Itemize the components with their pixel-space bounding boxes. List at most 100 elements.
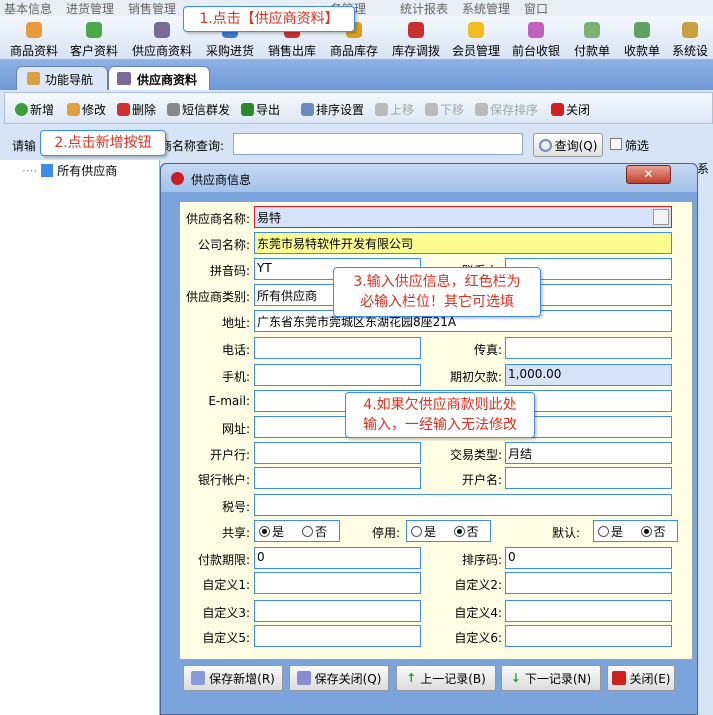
cashier-icon [528, 22, 544, 38]
save-new-button[interactable]: 保存新增(R) [183, 665, 283, 691]
payment-term-input[interactable]: 0 [254, 547, 421, 569]
edit-icon [67, 103, 80, 116]
close-icon [611, 671, 626, 685]
bank-account-input[interactable] [254, 467, 421, 489]
menu-window[interactable]: 窗口 [524, 0, 548, 17]
prev-record-button[interactable]: ↑ 上一记录(B) [396, 665, 496, 691]
tab-label: 功能导航 [45, 73, 94, 87]
custom3-input[interactable] [254, 600, 421, 622]
custom1-input[interactable] [254, 572, 421, 594]
menu-purchase[interactable]: 进货管理 [66, 0, 114, 17]
toolbar-transfer-button[interactable]: 库存调拨 [392, 18, 440, 59]
menu-basic-info[interactable]: 基本信息 [4, 0, 52, 17]
tab-function-nav[interactable]: 功能导航 [16, 66, 108, 90]
nav-icon [27, 72, 40, 85]
supplier-icon [117, 72, 131, 85]
custom2-input[interactable] [505, 572, 672, 594]
toolbar-label: 系统设 [672, 44, 709, 58]
disabled-radio-yes[interactable]: 是 [411, 523, 448, 540]
action-label: 删除 [132, 103, 157, 117]
filter-checkbox[interactable] [610, 138, 622, 150]
toolbar-cashier-button[interactable]: 前台收银 [512, 18, 560, 59]
next-record-button[interactable]: ↓ 下一记录(N) [501, 665, 601, 691]
callout-text: 4.如果欠供应商款则此处 [363, 397, 517, 413]
close-button[interactable]: 关闭(E) [607, 665, 675, 691]
query-button[interactable]: 查询(Q) [533, 133, 603, 157]
filter-label: 筛选 [625, 139, 650, 153]
shared-radio-yes[interactable]: 是 [259, 523, 296, 540]
edit-button[interactable]: 修改 [67, 101, 106, 118]
bank-input[interactable] [254, 442, 421, 464]
toolbar-label: 会员管理 [452, 44, 501, 58]
custom4-input[interactable] [505, 600, 672, 622]
radio-unchecked-icon [411, 525, 422, 537]
account-name-input[interactable] [505, 467, 672, 489]
save-sort-button[interactable]: 保存排序 [475, 101, 538, 118]
fax-label: 传真: [473, 343, 502, 357]
excel-button[interactable]: 导出 [241, 101, 280, 118]
toolbar-label: 采购进货 [206, 44, 255, 58]
edit-pencil-icon[interactable] [653, 209, 669, 225]
customer-icon [86, 22, 102, 38]
move-down-button[interactable]: 下移 [425, 101, 464, 118]
mobile-input[interactable] [254, 364, 421, 386]
bank-account-label: 银行帐户: [197, 473, 250, 487]
radio-unchecked-icon [302, 525, 313, 537]
tab-label: 供应商资料 [137, 73, 198, 87]
close-button[interactable]: 关闭 [551, 101, 590, 118]
callout-text: 输入，一经输入无法修改 [363, 417, 517, 433]
custom5-input[interactable] [254, 625, 421, 647]
query-label: 查询(Q) [554, 138, 598, 153]
shared-label: 共享: [221, 526, 250, 540]
company-name-input[interactable]: 东莞市易特软件开发有限公司 [254, 232, 672, 254]
default-radio-group: 是否 [593, 520, 678, 542]
disabled-radio-no[interactable]: 否 [453, 523, 491, 540]
trade-type-input[interactable]: 月结 [505, 442, 672, 464]
sort-code-input[interactable]: 0 [505, 547, 672, 569]
supplier-icon [154, 22, 170, 38]
toolbar-label: 供应商资料 [132, 44, 193, 58]
sms-button[interactable]: 短信群发 [167, 101, 230, 118]
fax-input[interactable] [505, 337, 672, 359]
toolbar-label: 商品资料 [10, 44, 59, 58]
search-input[interactable] [233, 133, 523, 155]
dialog-close-button[interactable]: ✕ [626, 165, 671, 184]
input-value: 广东省东莞市莞城区东湖花园8座21A [257, 315, 457, 329]
toolbar-goods-button[interactable]: 商品资料 [10, 18, 58, 59]
supplier-name-input[interactable]: 易特 [254, 206, 672, 228]
sort-button[interactable]: 排序设置 [301, 101, 364, 118]
phone-input[interactable] [254, 337, 421, 359]
tree-item-all-suppliers[interactable]: ···· 所有供应商 [22, 162, 117, 179]
menu-reports[interactable]: 统计报表 [400, 0, 448, 17]
tax-no-input[interactable] [254, 494, 672, 516]
toolbar-receipt-button[interactable]: 收款单 [624, 18, 660, 59]
toolbar-payment-button[interactable]: 付款单 [574, 18, 610, 59]
tab-strip: 功能导航 供应商资料 [0, 60, 713, 90]
opening-debt-input[interactable]: 1,000.00 [505, 364, 672, 386]
default-radio-no[interactable]: 否 [640, 523, 678, 540]
move-up-button[interactable]: 上移 [375, 101, 414, 118]
toolbar-customer-button[interactable]: 客户资料 [70, 18, 118, 59]
default-radio-yes[interactable]: 是 [598, 523, 635, 540]
toolbar-member-button[interactable]: 会员管理 [452, 18, 500, 59]
tab-supplier-info[interactable]: 供应商资料 [108, 66, 210, 90]
save-close-button[interactable]: 保存关闭(Q) [289, 665, 389, 691]
delete-button[interactable]: 删除 [117, 101, 156, 118]
main-toolbar: 商品资料 客户资料 供应商资料 采购进货 销售出库 商品库存 库存调拨 会员管理 前台收银 付款单… [0, 16, 713, 60]
add-button[interactable]: 新增 [15, 101, 54, 118]
custom4-label: 自定义4: [454, 606, 502, 620]
tree-item-label: 所有供应商 [57, 164, 118, 178]
action-label: 关闭 [566, 103, 591, 117]
toolbar-settings-button[interactable]: 系统设 [672, 18, 708, 59]
input-value: 所有供应商 [257, 289, 318, 303]
button-label: 保存关闭(Q) [314, 671, 382, 686]
button-label: 保存新增(R) [209, 671, 275, 686]
radio-checked-icon [259, 525, 270, 537]
settings-icon [682, 22, 698, 38]
menu-system[interactable]: 系统管理 [462, 0, 510, 17]
input-value: 易特 [257, 211, 282, 225]
menu-sales[interactable]: 销售管理 [128, 0, 176, 17]
action-label: 短信群发 [182, 103, 231, 117]
toolbar-label: 前台收银 [512, 44, 561, 58]
custom6-input[interactable] [505, 625, 672, 647]
